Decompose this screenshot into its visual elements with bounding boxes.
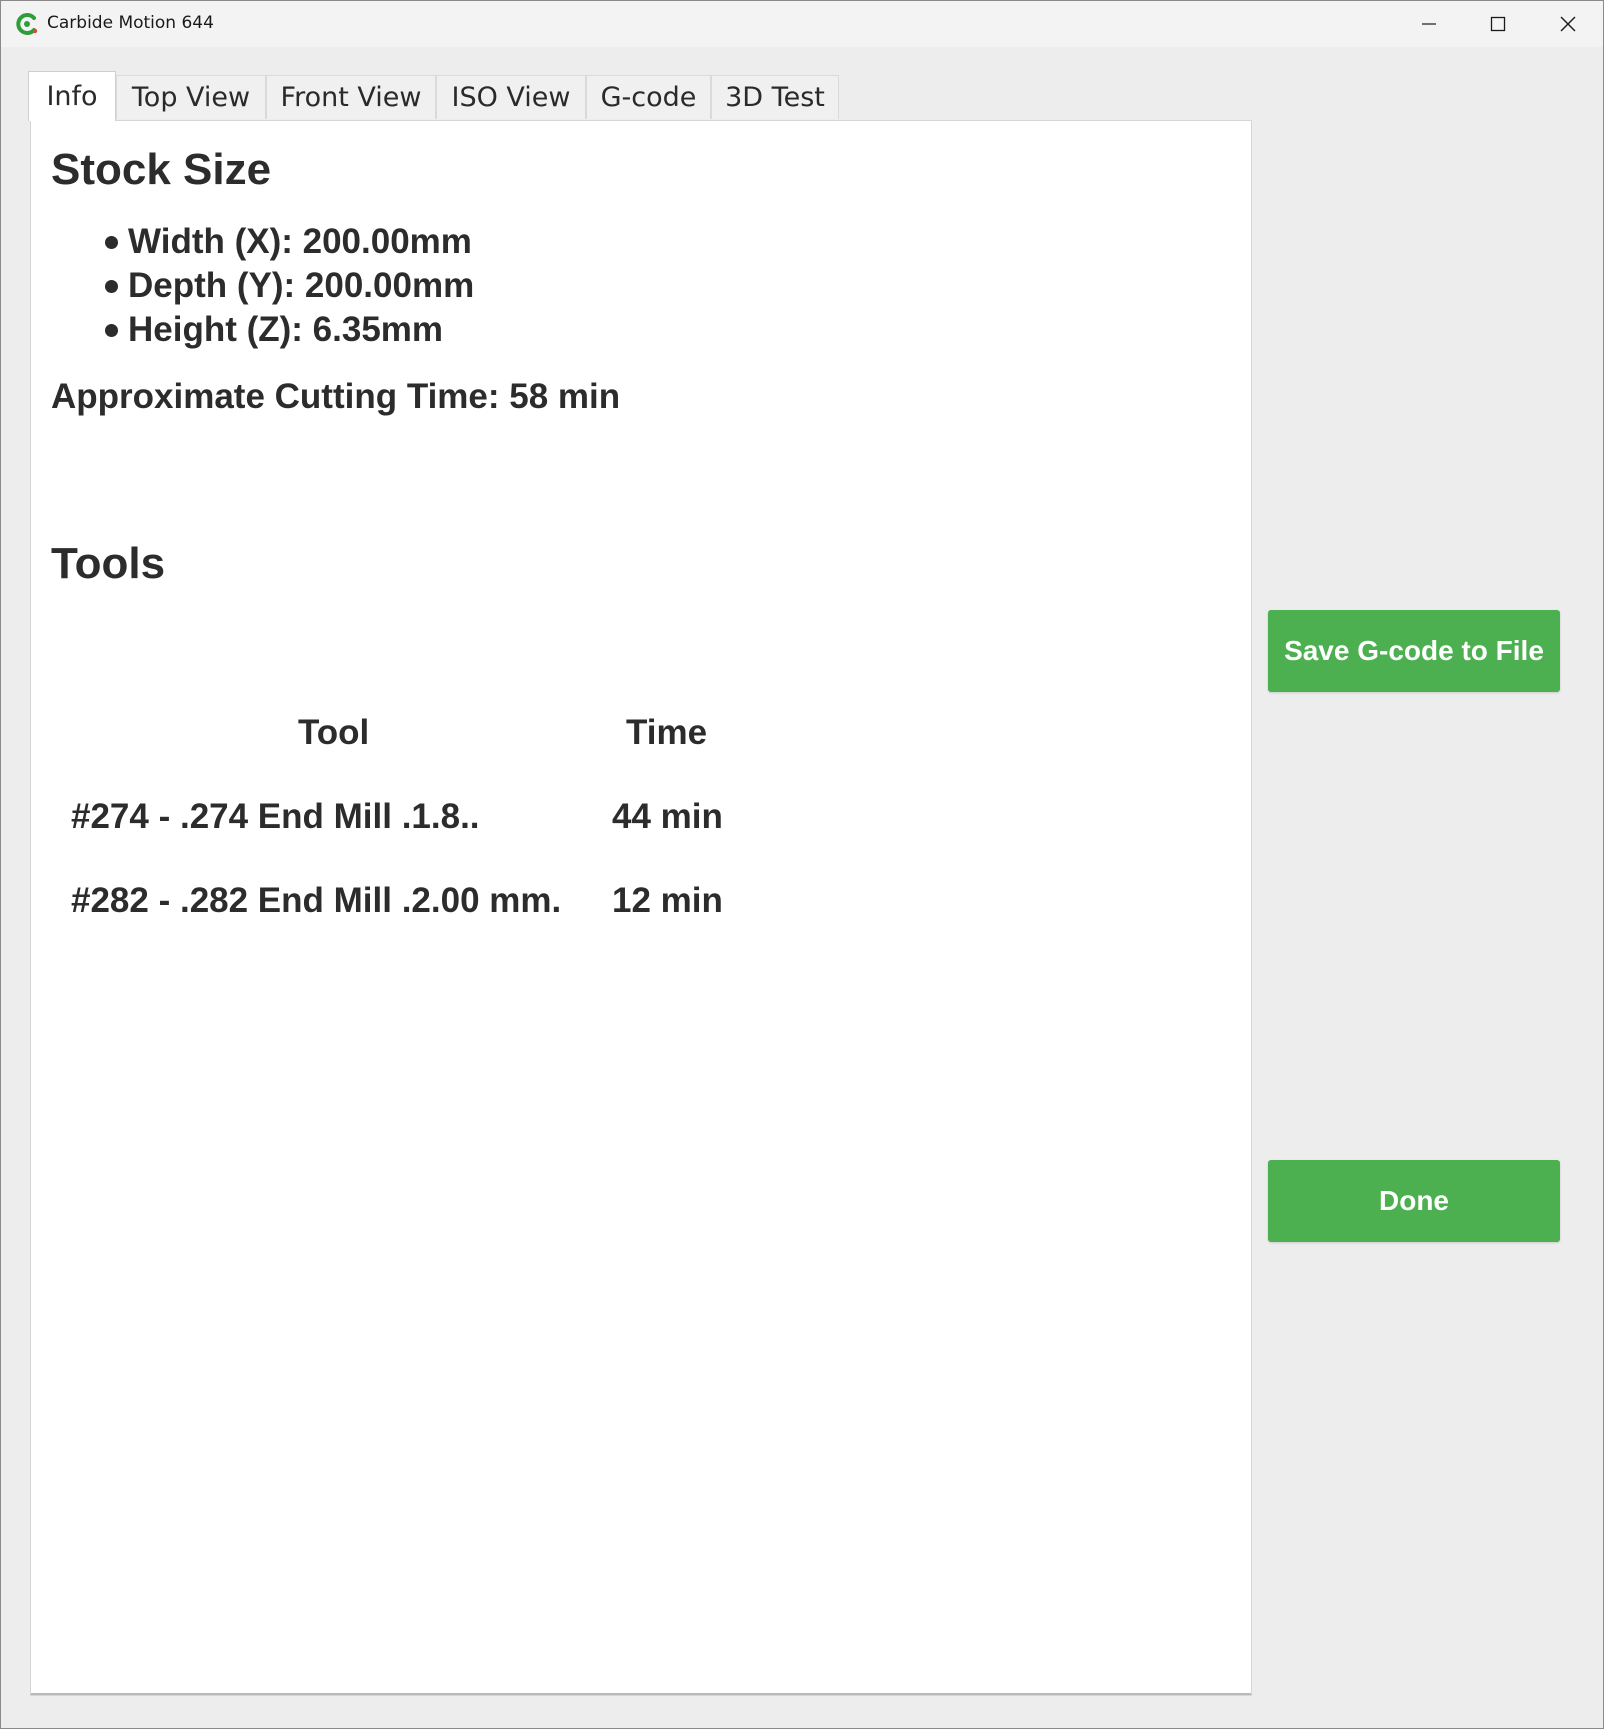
- tab-iso-view[interactable]: ISO View: [436, 75, 586, 119]
- save-gcode-label: Save G-code to File: [1284, 635, 1544, 666]
- tab-3d-test[interactable]: 3D Test: [711, 75, 839, 119]
- stock-height: Height (Z): 6.35mm: [128, 310, 444, 349]
- stock-depth: Depth (Y): 200.00mm: [128, 266, 475, 305]
- info-panel: Stock Size Width (X): 200.00mm Depth (Y)…: [30, 120, 1252, 1696]
- tab-g-code-label: G-code: [600, 82, 697, 113]
- tool-column-header: Tool: [298, 713, 370, 752]
- close-button[interactable]: [1533, 1, 1603, 47]
- tab-top-view[interactable]: Top View: [116, 75, 266, 119]
- list-item: Depth (Y): 200.00mm: [105, 264, 474, 308]
- list-item: Height (Z): 6.35mm: [105, 308, 474, 352]
- close-icon: [1560, 16, 1576, 32]
- tool-name-cell: #282 - .282 End Mill .2.00 mm.: [71, 881, 562, 920]
- tab-iso-view-label: ISO View: [451, 82, 571, 113]
- tool-time-cell: 12 min: [612, 881, 723, 920]
- tab-top-view-label: Top View: [131, 82, 251, 113]
- bullet-icon: [105, 279, 118, 293]
- cutting-time: Approximate Cutting Time: 58 min: [51, 377, 621, 416]
- carbide-app-icon: [16, 13, 38, 35]
- minimize-button[interactable]: [1394, 1, 1464, 47]
- tab-front-view[interactable]: Front View: [266, 75, 436, 119]
- window-title: Carbide Motion 644: [47, 13, 214, 33]
- done-button[interactable]: Done: [1268, 1160, 1560, 1242]
- done-label: Done: [1379, 1185, 1449, 1216]
- maximize-icon: [1490, 16, 1506, 32]
- bullet-icon: [105, 235, 118, 249]
- tool-name-cell: #274 - .274 End Mill .1.8..: [71, 797, 480, 836]
- stock-size-heading: Stock Size: [51, 145, 272, 194]
- save-gcode-button[interactable]: Save G-code to File: [1268, 610, 1560, 692]
- tab-info-label: Info: [46, 81, 98, 112]
- tab-3d-test-label: 3D Test: [725, 82, 825, 113]
- app-window: Carbide Motion 644 Info Top View Front V…: [0, 0, 1604, 1729]
- stock-width: Width (X): 200.00mm: [128, 222, 472, 261]
- stock-size-list: Width (X): 200.00mm Depth (Y): 200.00mm …: [105, 220, 474, 352]
- minimize-icon: [1422, 23, 1436, 25]
- bullet-icon: [105, 323, 118, 337]
- panel-divider: [31, 1693, 1251, 1695]
- maximize-button[interactable]: [1463, 1, 1533, 47]
- tab-g-code[interactable]: G-code: [586, 75, 711, 119]
- tab-info[interactable]: Info: [28, 71, 116, 121]
- list-item: Width (X): 200.00mm: [105, 220, 474, 264]
- time-column-header: Time: [626, 713, 708, 752]
- title-bar[interactable]: Carbide Motion 644: [1, 1, 1603, 47]
- tools-heading: Tools: [51, 539, 166, 588]
- tool-time-cell: 44 min: [612, 797, 723, 836]
- tab-front-view-label: Front View: [280, 82, 422, 113]
